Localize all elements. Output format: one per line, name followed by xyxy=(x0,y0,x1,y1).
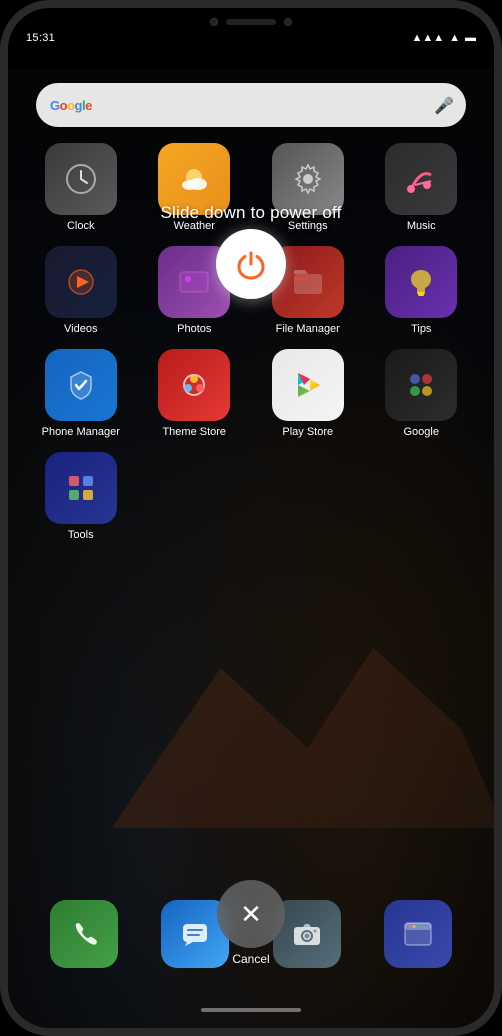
cancel-container: ✕ Cancel xyxy=(217,880,285,966)
speaker xyxy=(226,19,276,25)
home-indicator xyxy=(201,1008,301,1012)
tools-label: Tools xyxy=(68,529,94,541)
power-off-bar: Slide down to power off xyxy=(8,203,494,299)
phone-frame: 15:31 ▲▲▲ ▲ ▬ Google 🎤 xyxy=(0,0,502,1036)
battery-icon: ▬ xyxy=(465,32,476,44)
cancel-button[interactable]: ✕ xyxy=(217,880,285,948)
microphone-icon[interactable]: 🎤 xyxy=(434,96,452,114)
tools-icon xyxy=(45,452,117,524)
themestore-label: Theme Store xyxy=(162,426,226,438)
status-bar: 15:31 ▲▲▲ ▲ ▬ xyxy=(8,8,494,68)
app-themestore[interactable]: Theme Store xyxy=(142,349,248,438)
app-tools[interactable]: Tools xyxy=(28,452,134,541)
tips-label: Tips xyxy=(411,323,431,335)
cancel-x-icon: ✕ xyxy=(240,901,262,927)
videos-label: Videos xyxy=(64,323,97,335)
wifi-icon: ▲ xyxy=(449,32,460,44)
power-off-text: Slide down to power off xyxy=(160,203,341,223)
filemanager-label: File Manager xyxy=(276,323,340,335)
cancel-label: Cancel xyxy=(232,952,269,966)
phonemanager-label: Phone Manager xyxy=(42,426,120,438)
notch xyxy=(181,8,321,36)
dock-phone[interactable] xyxy=(50,900,118,968)
app-playstore[interactable]: Play Store xyxy=(255,349,361,438)
google-search-bar[interactable]: Google 🎤 xyxy=(36,83,466,127)
playstore-label: Play Store xyxy=(282,426,333,438)
app-phonemanager[interactable]: Phone Manager xyxy=(28,349,134,438)
sensor-dot xyxy=(284,18,292,26)
google-app-icon xyxy=(385,349,457,421)
playstore-icon xyxy=(272,349,344,421)
themestore-icon xyxy=(158,349,230,421)
google-label: Google xyxy=(404,426,439,438)
status-time: 15:31 xyxy=(26,32,55,44)
power-button[interactable] xyxy=(216,229,286,299)
status-icons: ▲▲▲ ▲ ▬ xyxy=(411,32,476,44)
phonemanager-icon xyxy=(45,349,117,421)
signal-icon: ▲▲▲ xyxy=(411,32,444,44)
app-google[interactable]: Google xyxy=(369,349,475,438)
photos-label: Photos xyxy=(177,323,211,335)
google-logo: Google xyxy=(50,98,92,113)
dock-browser[interactable] xyxy=(384,900,452,968)
camera-dot xyxy=(210,18,218,26)
